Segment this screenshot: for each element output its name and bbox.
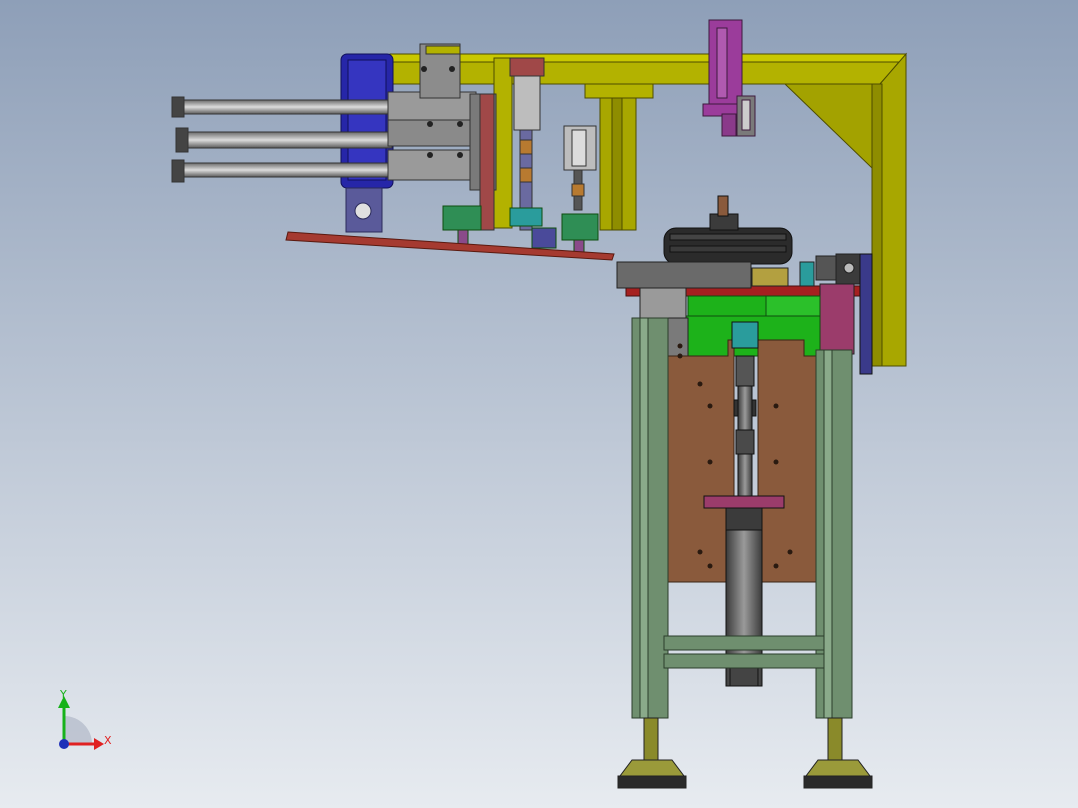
- lower-blue-bracket: [345, 187, 383, 233]
- assembly-drawing: Y X: [0, 0, 1078, 808]
- y-axis-label: Y: [59, 688, 67, 701]
- z-axis-dot: [59, 739, 69, 749]
- right-side-cap: [859, 253, 873, 375]
- x-axis-label: X: [104, 734, 112, 747]
- cad-viewport[interactable]: Y X: [0, 0, 1078, 808]
